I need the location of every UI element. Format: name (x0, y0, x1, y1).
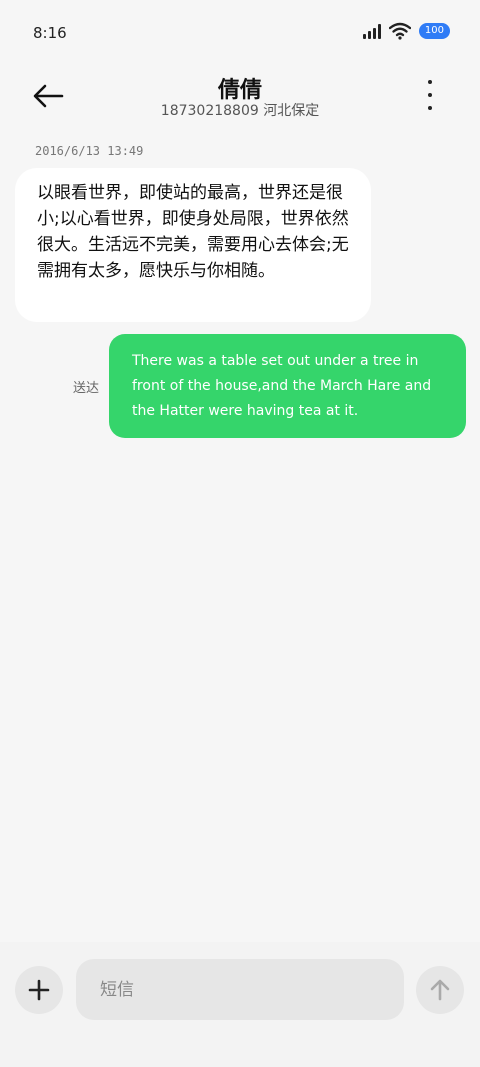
status-bar: 8:16 100 (0, 0, 480, 64)
status-icons: 100 (362, 22, 450, 40)
contact-subtitle: 18730218809 河北保定 (160, 103, 320, 119)
incoming-message-bubble[interactable]: 以眼看世界，即使站的最高，世界还是很小;以心看世界，即使身处局限，世界依然很大。… (15, 168, 371, 322)
status-time: 8:16 (33, 24, 67, 42)
message-input[interactable] (76, 959, 404, 1020)
more-vertical-icon (428, 80, 432, 84)
send-button[interactable] (416, 966, 464, 1014)
delivery-status: 送达 (73, 381, 100, 396)
conversation-header: 倩倩 18730218809 河北保定 (0, 64, 480, 134)
message-timestamp: 2016/6/13 13:49 (35, 144, 144, 158)
wifi-icon (388, 22, 411, 40)
outgoing-message-row: 送达 There was a table set out under a tre… (0, 334, 480, 438)
outgoing-message-bubble[interactable]: There was a table set out under a tree i… (109, 334, 466, 438)
more-options-button[interactable] (420, 80, 440, 110)
message-composer (0, 942, 480, 1067)
signal-icon (362, 23, 381, 39)
add-attachment-button[interactable] (15, 966, 63, 1014)
battery-badge: 100 (418, 23, 450, 39)
plus-icon (28, 979, 50, 1001)
arrow-up-icon (430, 979, 450, 1001)
